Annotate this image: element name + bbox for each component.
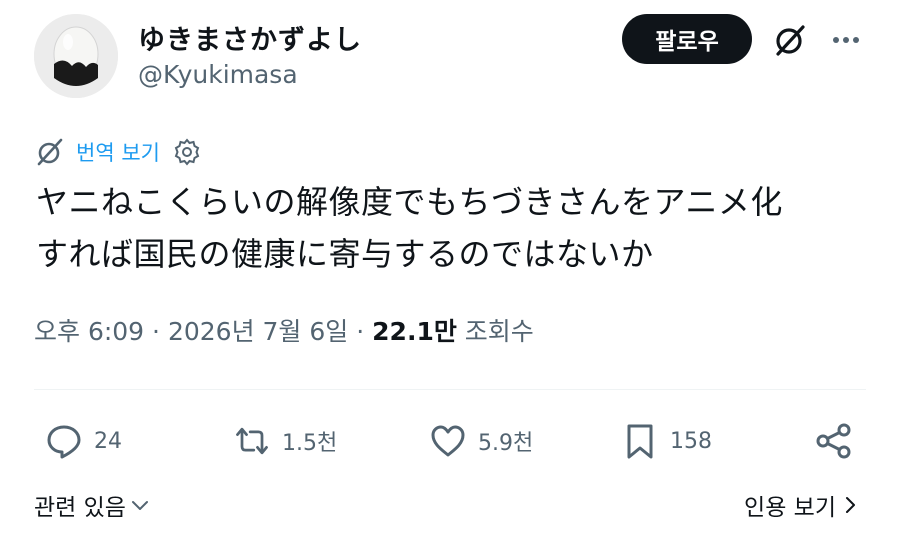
chevron-down-icon [131,501,148,510]
reply-button[interactable]: 24 [44,419,122,463]
translate-row: 번역 보기 [34,134,202,170]
divider [34,389,866,390]
grok-icon [37,138,63,166]
tweet-time[interactable]: 오후 6:09 [34,317,144,346]
views-count: 22.1만 [372,317,457,346]
tweet-text: ヤニねこくらいの解像度でもちづきさんをアニメ化 すれば国民の健康に寄与するのでは… [36,176,876,280]
bookmark-count: 158 [670,428,712,454]
grok-icon[interactable] [772,22,808,58]
follow-button[interactable]: 팔로우 [622,14,752,64]
meta-separator: · [356,317,365,346]
avatar[interactable] [34,14,118,98]
chevron-right-icon [846,497,855,513]
reply-count: 24 [94,428,122,454]
bookmark-button[interactable]: 158 [620,419,712,463]
repost-count: 1.5천 [282,431,338,456]
tweet-text-line: ヤニねこくらいの解像度でもちづきさんをアニメ化 [36,183,783,221]
heart-icon [431,425,465,457]
reply-icon [47,425,81,459]
meta-separator: · [152,317,160,346]
tweet-date[interactable]: 2026년 7월 6일 [168,317,348,346]
like-count: 5.9천 [478,431,534,456]
tweet-text-line: すれば国民の健康に寄与するのではないか [36,235,654,273]
more-icon[interactable] [826,22,866,58]
share-icon[interactable] [812,419,856,463]
quotes-label: 인용 보기 [744,495,836,521]
like-button[interactable]: 5.9천 [428,419,533,463]
bookmark-icon [627,424,653,459]
views-label: 조회수 [464,317,534,346]
display-name[interactable]: ゆきまさかずよし [138,18,362,57]
gear-icon[interactable] [172,137,202,167]
related-toggle[interactable]: 관련 있음 [34,488,150,522]
user-handle[interactable]: @Kyukimasa [138,60,298,89]
repost-button[interactable]: 1.5천 [232,419,337,463]
repost-icon [236,427,268,455]
view-quotes-link[interactable]: 인용 보기 [744,488,860,522]
avatar-image [34,14,118,98]
translate-link[interactable]: 번역 보기 [76,137,160,167]
tweet-meta: 오후 6:09 · 2026년 7월 6일 · 22.1만 조회수 [34,312,534,348]
related-label: 관련 있음 [34,495,126,521]
